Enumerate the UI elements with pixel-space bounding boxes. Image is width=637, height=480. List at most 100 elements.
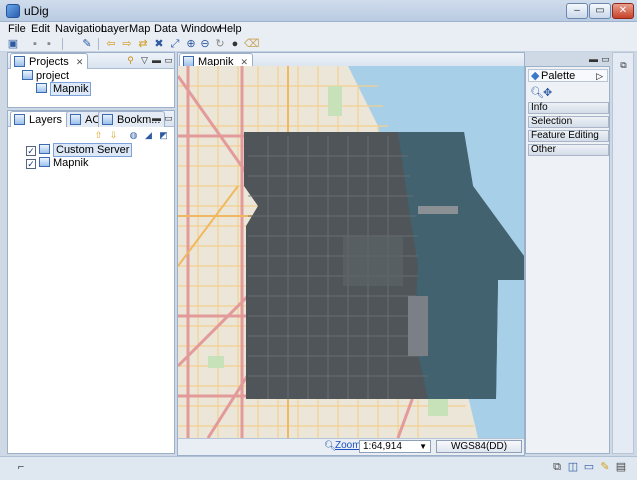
pan-tool-icon[interactable]: ✥: [543, 86, 552, 99]
tree-item-label: project: [36, 70, 70, 82]
map-render[interactable]: [178, 66, 524, 438]
style-icon[interactable]: ◢: [143, 130, 154, 141]
restore-icon[interactable]: ⧉: [550, 460, 564, 474]
project-icon: [22, 70, 33, 80]
layer-visibility-checkbox[interactable]: ✓: [26, 159, 36, 169]
back-icon[interactable]: ⇦: [104, 37, 118, 51]
menu-layer[interactable]: Layer: [101, 22, 129, 36]
layer-row-custom-server[interactable]: ✓ Custom Server: [26, 143, 133, 157]
bottom-status-bar: ⌐ ⧉ ◫ ▭ ✎ ▤: [0, 456, 637, 480]
map-icon: [36, 83, 47, 93]
pan-back-icon[interactable]: ⇄: [136, 37, 150, 51]
palette-icon: ◆: [531, 70, 540, 82]
close-icon[interactable]: ✕: [76, 57, 84, 67]
zoom-extent-icon[interactable]: ✖: [152, 37, 166, 51]
maximize-view-icon[interactable]: ▭: [163, 113, 174, 124]
zoom-link[interactable]: Zoom: [335, 440, 361, 451]
minimize-button[interactable]: ‒: [566, 3, 588, 19]
fit-icon[interactable]: ⤢: [168, 37, 182, 51]
menu-map[interactable]: Map: [129, 22, 150, 36]
window-title: uDig: [24, 4, 49, 18]
imagery-harbor: [408, 296, 428, 356]
add-layer-icon[interactable]: ◍: [128, 130, 139, 141]
park-area: [328, 86, 342, 116]
info-tool-icon[interactable]: 🔍︎: [530, 86, 544, 99]
projects-view: Projects ✕ ⚲ ▽ ▬ ▭ project Mapnik: [7, 52, 175, 108]
projects-icon: [14, 56, 25, 67]
park-area: [208, 356, 224, 368]
menu-navigation[interactable]: Navigation: [55, 22, 107, 36]
toolbar-separator: [62, 38, 63, 50]
zoom-out-icon[interactable]: ⊖: [198, 37, 212, 51]
layer-icon: [39, 144, 50, 154]
view-menu-icon[interactable]: ▽: [139, 55, 150, 66]
udig-app-icon: [6, 4, 20, 18]
save-icon[interactable]: ▪: [28, 37, 42, 51]
scale-combobox[interactable]: 1:64,914 ▼: [359, 440, 431, 453]
maximize-view-icon[interactable]: ▭: [600, 54, 611, 65]
palette-group-info[interactable]: Info: [528, 102, 609, 114]
tab-projects[interactable]: Projects ✕: [10, 53, 89, 69]
palette-expand-icon[interactable]: ▷: [596, 70, 603, 83]
refresh-icon[interactable]: ↻: [213, 37, 227, 51]
layer-label: Mapnik: [53, 157, 89, 169]
chevron-down-icon[interactable]: ▼: [419, 441, 427, 452]
palette-title: Palette: [541, 70, 576, 82]
layer-row-mapnik[interactable]: ✓ Mapnik: [26, 157, 88, 170]
toolbar-separator: [98, 38, 99, 50]
palette-panel: ◆ Palette ▷ 🔍︎ ✥ Info Selection Feature …: [525, 66, 610, 454]
link-icon[interactable]: ⚲: [125, 55, 136, 66]
new-icon[interactable]: ▣: [6, 37, 20, 51]
layer-icon: [39, 157, 50, 167]
aoi-icon: [70, 114, 81, 125]
window-icon[interactable]: ▭: [582, 460, 596, 474]
layers-view-header: Layers ✕ AOI Bookm... ▬ ▭: [8, 111, 174, 127]
menu-file[interactable]: File: [8, 22, 26, 36]
minimize-view-icon[interactable]: ▬: [151, 113, 162, 124]
eraser-icon[interactable]: ⌫: [244, 37, 260, 51]
tree-item-mapnik[interactable]: Mapnik: [36, 82, 92, 96]
imagery-pier: [418, 206, 458, 214]
main-toolbar: ▣ ▪ ▪ ✎ ⇦ ⇨ ⇄ ✖ ⤢ ⊕ ⊖ ↻ ● ⌫: [0, 36, 637, 52]
layers-view: Layers ✕ AOI Bookm... ▬ ▭ ⇧ ⇩ ◍ ◢ ◩ ✓ Cus…: [7, 110, 175, 454]
menu-edit[interactable]: Edit: [31, 22, 50, 36]
minimize-view-icon[interactable]: ▬: [588, 54, 599, 65]
projects-icon[interactable]: ◫: [566, 460, 580, 474]
menu-help[interactable]: Help: [219, 22, 242, 36]
restore-icon[interactable]: ⧉: [618, 60, 629, 71]
stop-icon[interactable]: ●: [228, 37, 242, 51]
layer-label: Custom Server: [53, 143, 133, 157]
menu-window[interactable]: Window: [181, 22, 220, 36]
bookmarks-icon: [102, 114, 113, 125]
palette-header: ◆ Palette ▷: [528, 69, 608, 82]
palette-group-feature-editing[interactable]: Feature Editing: [528, 130, 609, 142]
pin-icon[interactable]: ✎: [598, 460, 612, 474]
console-icon[interactable]: ▤: [614, 460, 628, 474]
map-canvas[interactable]: [178, 66, 524, 438]
palette-group-other[interactable]: Other: [528, 144, 609, 156]
layers-icon: [14, 114, 25, 125]
close-button[interactable]: ✕: [612, 3, 634, 19]
tab-projects-label: Projects: [29, 56, 69, 68]
crs-button[interactable]: WGS84(DD): [436, 440, 522, 453]
move-up-icon[interactable]: ⇧: [93, 130, 104, 141]
layer-visibility-checkbox[interactable]: ✓: [26, 146, 36, 156]
maximize-view-icon[interactable]: ▭: [163, 55, 174, 66]
palette-group-selection[interactable]: Selection: [528, 116, 609, 128]
tree-item-label: Mapnik: [50, 82, 92, 96]
maximize-button[interactable]: ▭: [589, 3, 611, 19]
minimize-view-icon[interactable]: ▬: [151, 55, 162, 66]
menu-data[interactable]: Data: [154, 22, 177, 36]
right-trim-bar: ⧉: [612, 52, 634, 454]
map-status-bar: 🔍︎ Zoom 1:64,914 ▼ WGS84(DD): [178, 438, 524, 454]
title-bar: uDig ‒ ▭ ✕: [0, 0, 637, 22]
zoom-in-icon[interactable]: ⊕: [184, 37, 198, 51]
tab-layers-label: Layers: [29, 114, 63, 126]
move-down-icon[interactable]: ⇩: [108, 130, 119, 141]
fast-view-icon[interactable]: ⌐: [14, 460, 28, 474]
scale-value: 1:64,914: [363, 441, 402, 452]
edit-icon[interactable]: ✎: [80, 37, 94, 51]
forward-icon[interactable]: ⇨: [120, 37, 134, 51]
save-all-icon[interactable]: ▪: [42, 37, 56, 51]
properties-icon[interactable]: ◩: [158, 130, 169, 141]
